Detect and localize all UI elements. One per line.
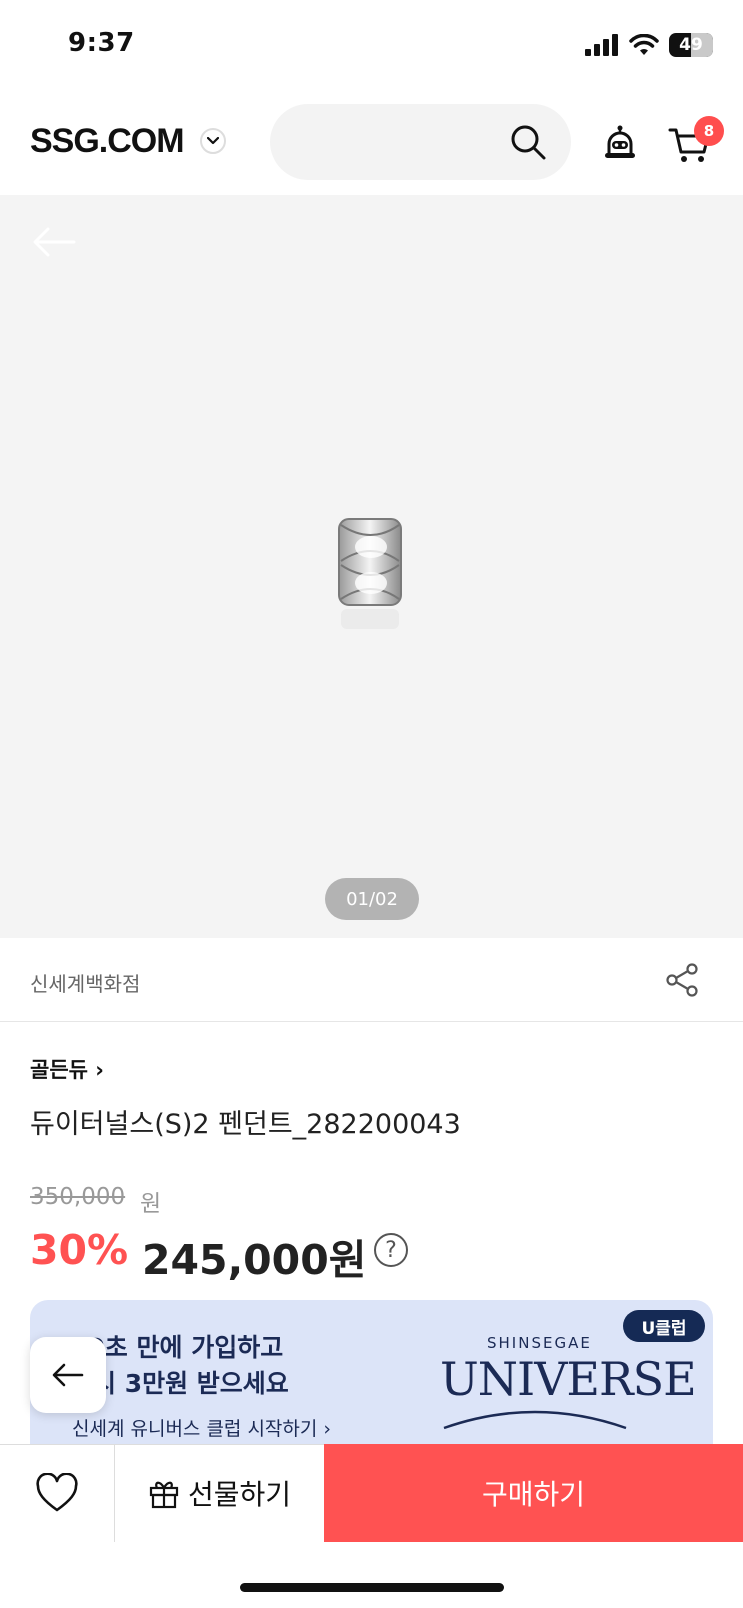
floating-back-button[interactable] <box>30 1337 106 1413</box>
original-price-currency: 원 <box>140 1191 162 1217</box>
search-icon[interactable] <box>508 122 548 162</box>
help-icon[interactable]: ? <box>374 1233 408 1267</box>
ssg-logo[interactable]: SSG.COM <box>30 122 185 161</box>
banner-start-link[interactable]: 신세계 유니버스 클럽 시작하기 › <box>72 1414 331 1441</box>
heart-icon <box>36 1473 78 1512</box>
buy-button[interactable]: 구매하기 <box>324 1444 743 1542</box>
universe-arc-graphic <box>443 1410 627 1430</box>
universe-logo: UNIVERSE <box>440 1352 697 1406</box>
battery-icon: 49 <box>669 33 713 57</box>
image-pager: 01/02 <box>325 878 419 920</box>
wishlist-button[interactable] <box>0 1444 115 1542</box>
gift-label: 선물하기 <box>187 1478 292 1511</box>
home-indicator <box>240 1583 504 1592</box>
original-price: 350,000 <box>30 1184 126 1210</box>
brand-link[interactable]: 골든듀 › <box>30 1054 104 1084</box>
shinsegae-label: SHINSEGAE <box>487 1334 592 1352</box>
status-icons: 49 <box>585 30 713 60</box>
chevron-down-icon <box>207 137 219 145</box>
wifi-icon <box>629 34 659 55</box>
gift-button[interactable]: 선물하기 <box>115 1444 324 1542</box>
logo-dropdown-button[interactable] <box>200 128 226 154</box>
battery-level: 49 <box>679 35 703 55</box>
alarm-icon[interactable] <box>600 124 640 164</box>
brand-chevron: › <box>95 1058 104 1082</box>
signal-icon <box>585 34 618 56</box>
u-club-badge: U클럽 <box>623 1310 705 1342</box>
back-arrow-icon <box>52 1363 84 1387</box>
share-icon[interactable] <box>665 962 699 998</box>
product-title: 듀이터널스(S)2 펜던트_282200043 <box>30 1109 461 1140</box>
gift-icon <box>149 1481 179 1509</box>
brand-name: 골든듀 <box>30 1058 88 1082</box>
back-arrow-icon[interactable] <box>30 224 78 260</box>
divider <box>0 1021 743 1022</box>
status-time: 9:37 <box>68 28 135 58</box>
cart-count-badge: 8 <box>694 116 724 146</box>
sale-price: 245,000원 <box>142 1236 367 1284</box>
discount-rate: 30% <box>30 1226 129 1274</box>
product-pendant-image <box>338 518 402 629</box>
store-name[interactable]: 신세계백화점 <box>30 968 140 997</box>
